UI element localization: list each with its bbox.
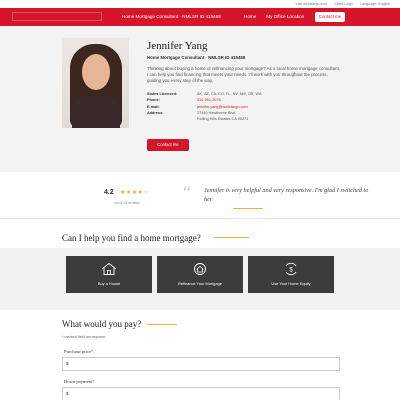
accent-divider — [233, 208, 263, 209]
testimonial-quote: Jennifer is very helpful and very respon… — [204, 187, 369, 203]
nav-item-office-location[interactable]: My Office Location — [266, 14, 304, 19]
refinance-icon — [194, 263, 206, 275]
accent-divider — [147, 324, 177, 325]
card-label: Refinance Your Mortgage — [178, 281, 222, 286]
rating-score: 4.2 — [104, 189, 114, 196]
rating-section: 4.2 ★★★★☆ out of 15 reviews “ Jennifer i… — [0, 173, 400, 219]
purchase-price-input[interactable]: $ — [62, 357, 340, 371]
purchase-price-label: Purchase price* — [64, 349, 93, 354]
link-language[interactable]: Language: English — [360, 2, 390, 6]
main-navbar: Home Mortgage Consultant · NMLSR ID 4154… — [0, 8, 400, 26]
nav-contact-button[interactable]: Contact me — [315, 12, 345, 22]
contact-me-button[interactable]: Contact me — [147, 139, 189, 151]
detail-row-address-2: Rolling Hills Estates CA 90274 — [147, 116, 262, 122]
services-section: Buy a House Refinance Your Mortgage $ Us… — [0, 248, 400, 310]
card-buy-house[interactable]: Buy a House — [66, 256, 152, 293]
detail-value: Rolling Hills Estates CA 90274 — [197, 117, 249, 122]
required-note: * marked field are required — [62, 335, 105, 339]
rating-count: out of 15 reviews — [114, 201, 140, 205]
house-icon — [101, 262, 117, 275]
services-heading: Can I help you find a home mortgage? — [62, 233, 201, 243]
photo-face — [82, 54, 110, 90]
brand-logo[interactable] — [12, 12, 102, 21]
rating-stars: ★★★★☆ — [120, 189, 150, 196]
brand-subtitle: Home Mortgage Consultant · NMLSR ID 4154… — [122, 14, 221, 19]
card-label: Buy a House — [97, 281, 121, 286]
link-visit-site[interactable]: Visit wellsfargo.com — [296, 2, 328, 6]
profile-name: Jennifer Yang — [147, 40, 208, 52]
profile-role: Home Mortgage Consultant · NMLSR ID 4154… — [147, 55, 246, 60]
card-refinance[interactable]: Refinance Your Mortgage — [157, 256, 243, 293]
photo-body — [72, 96, 120, 128]
profile-bio: Thinking about buying a home or refinanc… — [147, 66, 341, 83]
calculator-heading: What would you pay? — [62, 319, 142, 329]
dollar-cycle-icon: $ — [285, 262, 297, 276]
link-client-login[interactable]: Client Login — [334, 2, 353, 6]
nav-menu: Home My Office Location — [244, 14, 304, 19]
nav-item-home[interactable]: Home — [244, 14, 256, 19]
detail-label — [147, 116, 197, 122]
top-utility-bar: Visit wellsfargo.com Client Login Langua… — [0, 0, 400, 8]
required-asterisk: * — [90, 349, 94, 354]
profile-photo — [62, 38, 129, 128]
down-payment-label: Down payment* — [64, 379, 95, 384]
purchase-price-label-text: Purchase price — [64, 349, 91, 354]
required-asterisk: * — [92, 379, 95, 384]
quote-mark-icon: “ — [183, 182, 191, 202]
card-home-equity[interactable]: $ Use Your Home Equity — [248, 256, 334, 293]
card-label: Use Your Home Equity — [271, 281, 311, 286]
down-payment-input[interactable]: $ — [62, 387, 340, 400]
required-note-text: marked field are required — [64, 335, 106, 339]
profile-details: States Licensed: AK, AZ, CA, CO, FL, NV,… — [147, 91, 262, 122]
down-payment-label-text: Down payment — [64, 379, 93, 384]
svg-text:$: $ — [289, 268, 293, 274]
accent-divider — [214, 237, 249, 238]
